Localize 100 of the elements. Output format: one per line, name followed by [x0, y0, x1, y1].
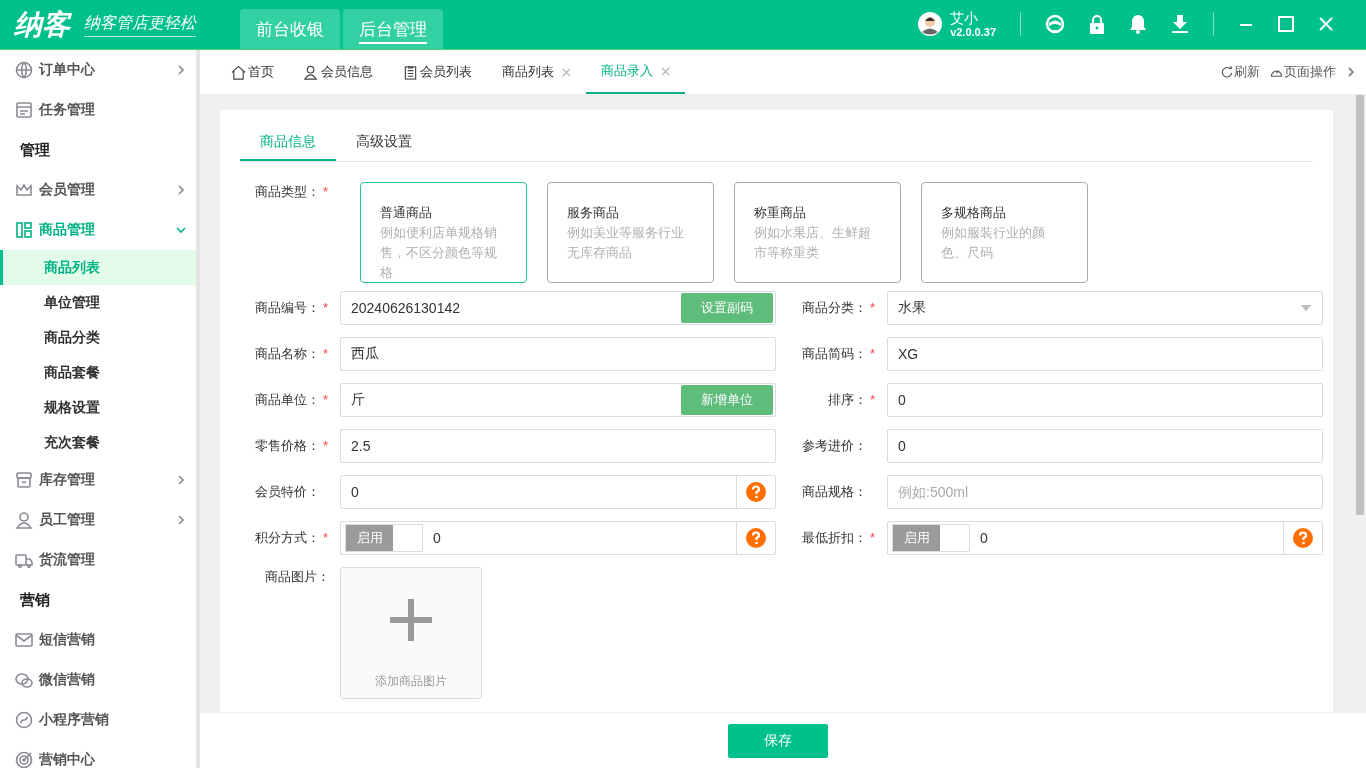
input-group[interactable]: 20240626130142 设置副码	[340, 291, 776, 325]
sidebar-item[interactable]: 货流管理	[0, 540, 196, 580]
type-title: 普通商品	[380, 204, 433, 222]
sidebar-subitem[interactable]: 商品分类	[0, 320, 196, 355]
download-icon[interactable]	[1171, 14, 1189, 35]
bell-icon[interactable]	[1129, 14, 1147, 35]
input-field[interactable]: 0	[887, 383, 1323, 417]
field-label: 商品图片：	[265, 568, 330, 586]
logo: 纳客	[14, 7, 70, 42]
close-icon[interactable]	[562, 67, 571, 77]
help-icon[interactable]	[746, 482, 766, 502]
scrollbar[interactable]	[1356, 95, 1364, 515]
product-type-card[interactable]: 称重商品 例如水果店、生鲜超市等称重类	[734, 182, 901, 283]
input-field[interactable]: 西瓜	[340, 337, 776, 371]
input-field[interactable]: 20240626130142	[341, 292, 681, 324]
field-label: 排序：	[828, 391, 867, 409]
required-mark: *	[870, 345, 877, 363]
field-label: 商品规格：	[802, 483, 867, 501]
input-group[interactable]: 启用 0	[887, 521, 1323, 555]
input-field[interactable]: 2.5	[340, 429, 776, 463]
page-tab[interactable]: 会员列表	[388, 50, 487, 94]
sidebar-subitem[interactable]: 规格设置	[0, 390, 196, 425]
chevron-icon	[176, 65, 186, 75]
version-label: v2.0.0.37	[950, 26, 996, 39]
form-icon	[15, 101, 33, 119]
sidebar-subitem[interactable]: 商品套餐	[0, 355, 196, 390]
required-mark: *	[870, 529, 877, 547]
caret-icon	[1300, 304, 1312, 312]
type-description: 例如水果店、生鲜超市等称重类	[754, 224, 872, 262]
help-icon[interactable]	[746, 528, 766, 548]
type-description: 例如便利店单规格销售，不区分颜色等规格	[380, 224, 498, 282]
input-group[interactable]: 斤 新增单位	[340, 383, 776, 417]
sidebar-item[interactable]: 营销中心	[0, 740, 196, 768]
crown-icon	[15, 181, 33, 199]
input-field[interactable]: 0	[970, 522, 1283, 554]
form-tab[interactable]: 高级设置	[336, 125, 432, 161]
plus-icon	[390, 599, 432, 641]
page-tab[interactable]: 会员信息	[289, 50, 388, 94]
type-description: 例如服装行业的颜色、尺码	[941, 224, 1046, 262]
input-field[interactable]: 0	[887, 429, 1323, 463]
slogan: 纳客管店更轻松	[84, 12, 196, 37]
required-mark: *	[870, 299, 877, 317]
sidebar-item[interactable]: 会员管理	[0, 170, 196, 210]
chevron-icon	[176, 515, 186, 525]
type-title: 服务商品	[567, 204, 620, 222]
page-tab[interactable]: 商品列表	[487, 50, 586, 94]
required-mark: *	[323, 437, 330, 455]
input-group[interactable]: 启用 0	[340, 521, 776, 555]
person-icon	[15, 511, 33, 529]
product-type-card[interactable]: 多规格商品 例如服装行业的颜色、尺码	[921, 182, 1088, 283]
page-tab[interactable]: 首页	[216, 50, 289, 94]
product-type-card[interactable]: 服务商品 例如美业等服务行业无库存商品	[547, 182, 714, 283]
field-label: 参考进价：	[802, 437, 867, 455]
user-name: 艾小	[950, 10, 980, 27]
sidebar-subitem[interactable]: 充次套餐	[0, 425, 196, 460]
input-field[interactable]: 例如:500ml	[887, 475, 1323, 509]
sidebar-item[interactable]: 员工管理	[0, 500, 196, 540]
target-icon	[15, 751, 33, 768]
avatar-icon[interactable]	[918, 12, 943, 37]
sidebar-item[interactable]: 订单中心	[0, 50, 196, 90]
chat-icon	[15, 671, 33, 689]
help-icon[interactable]	[1293, 528, 1313, 548]
input-field[interactable]: 斤	[341, 384, 681, 416]
lock-icon[interactable]	[1089, 14, 1105, 35]
refresh-button[interactable]: 刷新	[1221, 63, 1260, 81]
sidebar-item[interactable]: 库存管理	[0, 460, 196, 500]
close-icon[interactable]	[661, 66, 670, 76]
required-mark: *	[323, 345, 330, 363]
mail-icon	[15, 631, 33, 649]
grid-icon	[15, 221, 33, 239]
field-label: 商品分类：	[802, 299, 867, 317]
sidebar-item[interactable]: 短信营销	[0, 620, 196, 660]
field-label: 零售价格：	[255, 437, 320, 455]
select-field[interactable]: 水果	[887, 291, 1323, 325]
truck-icon	[15, 551, 33, 569]
field-label: 会员特价：	[255, 483, 320, 501]
required-mark: *	[323, 391, 330, 409]
chevron-icon	[176, 225, 186, 235]
required-mark: *	[870, 391, 877, 409]
input-field[interactable]: 0	[423, 522, 736, 554]
maximize-icon[interactable]	[1278, 16, 1294, 33]
sidebar-subitem[interactable]: 单位管理	[0, 285, 196, 320]
chevron-icon	[176, 185, 186, 195]
refresh-icon	[1221, 66, 1233, 78]
field-label: 最低折扣：	[802, 529, 867, 547]
type-title: 称重商品	[754, 204, 807, 222]
chevron-icon[interactable]	[1346, 67, 1356, 77]
home-icon	[231, 64, 246, 80]
sidebar-item[interactable]: 任务管理	[0, 90, 196, 130]
sidebar-item[interactable]: 小程序营销	[0, 700, 196, 740]
box-icon	[15, 471, 33, 489]
product-type-card[interactable]: 普通商品 例如便利店单规格销售，不区分颜色等规格	[360, 182, 527, 283]
input-field[interactable]: XG	[887, 337, 1323, 371]
sidebar-section-title: 管理	[19, 140, 51, 160]
document-icon	[403, 64, 418, 80]
chevron-icon	[176, 475, 186, 485]
field-label: 商品单位：	[255, 391, 320, 409]
sidebar-item[interactable]: 微信营销	[0, 660, 196, 700]
page-actions-button[interactable]: 页面操作	[1270, 63, 1336, 81]
required-mark: *	[323, 299, 330, 317]
